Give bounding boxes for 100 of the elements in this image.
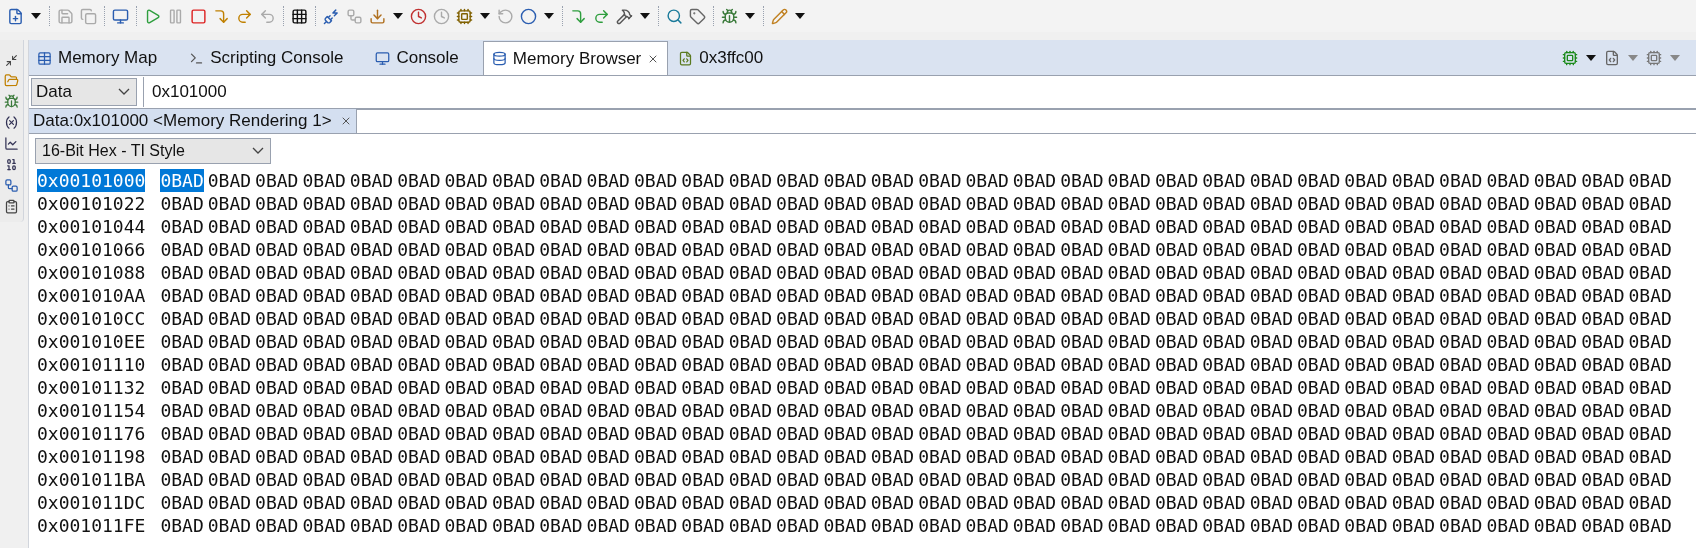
memory-cell[interactable]: 0BAD xyxy=(539,307,583,330)
memory-cell[interactable]: 0BAD xyxy=(586,422,630,445)
memory-cell[interactable]: 0BAD xyxy=(1060,261,1104,284)
memory-cell[interactable]: 0BAD xyxy=(255,468,299,491)
memory-cell[interactable]: 0BAD xyxy=(302,192,346,215)
memory-cell[interactable]: 0BAD xyxy=(1060,238,1104,261)
memory-cell[interactable]: 0BAD xyxy=(870,261,915,284)
memory-cell[interactable]: 0BAD xyxy=(539,238,583,261)
memory-cell[interactable]: 0BAD xyxy=(1249,261,1293,284)
memory-cell[interactable]: 0BAD xyxy=(1533,169,1578,192)
memory-cell[interactable]: 0BAD xyxy=(918,330,962,353)
memory-cell[interactable]: 0BAD xyxy=(728,284,773,307)
memory-cell[interactable]: 0BAD xyxy=(1297,307,1341,330)
memory-cell[interactable]: 0BAD xyxy=(255,307,299,330)
memory-cell[interactable]: 0BAD xyxy=(255,422,299,445)
memory-cell[interactable]: 0BAD xyxy=(1533,422,1578,445)
tab[interactable]: Memory Browser xyxy=(482,41,669,75)
memory-cell[interactable]: 0BAD xyxy=(633,169,678,192)
memory-cell[interactable]: 0BAD xyxy=(349,261,394,284)
memory-cell[interactable]: 0BAD xyxy=(1391,261,1436,284)
memory-cell[interactable]: 0BAD xyxy=(1439,330,1483,353)
memory-cell[interactable]: 0BAD xyxy=(1154,376,1199,399)
memory-cell[interactable]: 0BAD xyxy=(207,307,252,330)
memory-cell[interactable]: 0BAD xyxy=(1486,445,1530,468)
chart-icon[interactable] xyxy=(4,136,19,151)
memory-cell[interactable]: 0BAD xyxy=(1297,261,1341,284)
memory-cell[interactable]: 0BAD xyxy=(1628,284,1672,307)
address-cell[interactable]: 0x001011DC xyxy=(37,491,146,514)
memory-cell[interactable]: 0BAD xyxy=(302,491,346,514)
memory-cell[interactable]: 0BAD xyxy=(1107,353,1151,376)
memory-cell[interactable]: 0BAD xyxy=(1486,284,1530,307)
memory-cell[interactable]: 0BAD xyxy=(1249,422,1293,445)
memory-cell[interactable]: 0BAD xyxy=(1154,238,1199,261)
memory-cell[interactable]: 0BAD xyxy=(823,284,867,307)
memory-cell[interactable]: 0BAD xyxy=(1628,491,1672,514)
memory-cell[interactable]: 0BAD xyxy=(160,491,204,514)
memory-cell[interactable]: 0BAD xyxy=(870,169,915,192)
memory-cell[interactable]: 0BAD xyxy=(1060,192,1104,215)
memory-cell[interactable]: 0BAD xyxy=(1012,215,1057,238)
memory-cell[interactable]: 0BAD xyxy=(255,238,299,261)
memory-cell[interactable]: 0BAD xyxy=(1581,468,1625,491)
memory-cell[interactable]: 0BAD xyxy=(1297,422,1341,445)
memory-cell[interactable]: 0BAD xyxy=(1202,353,1246,376)
memory-cell[interactable]: 0BAD xyxy=(1202,284,1246,307)
memory-cell[interactable]: 0BAD xyxy=(491,468,536,491)
restore-icon[interactable] xyxy=(5,54,18,67)
memory-cell[interactable]: 0BAD xyxy=(1012,514,1057,537)
memory-cell[interactable]: 0BAD xyxy=(823,330,867,353)
memory-cell[interactable]: 0BAD xyxy=(965,169,1009,192)
memory-cell[interactable]: 0BAD xyxy=(870,238,915,261)
memory-cell[interactable]: 0BAD xyxy=(965,445,1009,468)
memory-cell[interactable]: 0BAD xyxy=(160,307,204,330)
memory-cell[interactable]: 0BAD xyxy=(965,330,1009,353)
memory-cell[interactable]: 0BAD xyxy=(349,215,394,238)
memory-cell[interactable]: 0BAD xyxy=(1439,376,1483,399)
memory-cell[interactable]: 0BAD xyxy=(349,330,394,353)
memory-cell[interactable]: 0BAD xyxy=(1344,422,1388,445)
memory-cell[interactable]: 0BAD xyxy=(918,445,962,468)
memory-cell[interactable]: 0BAD xyxy=(1391,491,1436,514)
memory-cell[interactable]: 0BAD xyxy=(633,215,678,238)
memory-cell[interactable]: 0BAD xyxy=(728,261,773,284)
memory-cell[interactable]: 0BAD xyxy=(349,376,394,399)
memory-cell[interactable]: 0BAD xyxy=(1344,238,1388,261)
memory-cell[interactable]: 0BAD xyxy=(1249,445,1293,468)
memory-cell[interactable]: 0BAD xyxy=(491,284,536,307)
memory-cell[interactable]: 0BAD xyxy=(1486,215,1530,238)
memory-cell[interactable]: 0BAD xyxy=(586,192,630,215)
memory-cell[interactable]: 0BAD xyxy=(1533,514,1578,537)
memory-cell[interactable]: 0BAD xyxy=(1249,491,1293,514)
memory-cell[interactable]: 0BAD xyxy=(870,307,915,330)
memory-cell[interactable]: 0BAD xyxy=(1154,399,1199,422)
dropdown-caret-icon[interactable] xyxy=(745,13,755,19)
memory-cell[interactable]: 0BAD xyxy=(870,399,915,422)
memory-cell[interactable]: 0BAD xyxy=(1012,330,1057,353)
memory-cell[interactable]: 0BAD xyxy=(491,215,536,238)
memory-cell[interactable]: 0BAD xyxy=(1486,238,1530,261)
memory-cell[interactable]: 0BAD xyxy=(1533,261,1578,284)
dropdown-caret-icon[interactable] xyxy=(1586,55,1596,61)
memory-cell[interactable]: 0BAD xyxy=(776,399,820,422)
memory-cell[interactable]: 0BAD xyxy=(349,307,394,330)
memory-cell[interactable]: 0BAD xyxy=(1344,376,1388,399)
memory-cell[interactable]: 0BAD xyxy=(1439,399,1483,422)
memory-cell[interactable]: 0BAD xyxy=(681,514,725,537)
memory-cell[interactable]: 0BAD xyxy=(1391,192,1436,215)
memory-cell[interactable]: 0BAD xyxy=(1249,169,1293,192)
memory-cell[interactable]: 0BAD xyxy=(302,376,346,399)
memory-cell[interactable]: 0BAD xyxy=(1344,169,1388,192)
memory-cell[interactable]: 0BAD xyxy=(302,169,346,192)
memory-cell[interactable]: 0BAD xyxy=(823,215,867,238)
memory-cell[interactable]: 0BAD xyxy=(728,422,773,445)
memory-cell[interactable]: 0BAD xyxy=(1154,261,1199,284)
memory-cell[interactable]: 0BAD xyxy=(1249,353,1293,376)
memory-cell[interactable]: 0BAD xyxy=(349,491,394,514)
memory-cell[interactable]: 0BAD xyxy=(1060,445,1104,468)
memory-cell[interactable]: 0BAD xyxy=(1154,330,1199,353)
memory-cell[interactable]: 0BAD xyxy=(965,215,1009,238)
memory-cell[interactable]: 0BAD xyxy=(728,514,773,537)
memory-cell[interactable]: 0BAD xyxy=(823,399,867,422)
memory-cell[interactable]: 0BAD xyxy=(539,353,583,376)
address-cell[interactable]: 0x00101000 xyxy=(37,169,146,192)
